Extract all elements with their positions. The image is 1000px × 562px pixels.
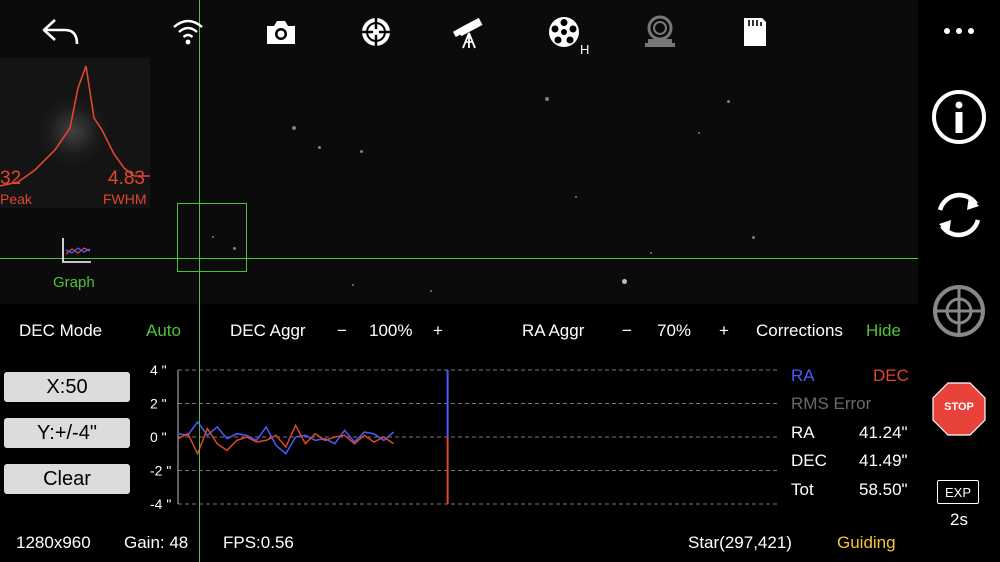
crosshair-horizontal-line <box>0 258 918 259</box>
rms-tot-label: Tot <box>791 480 814 499</box>
star <box>352 284 354 286</box>
rms-dec-value: 41.49" <box>859 451 908 470</box>
fwhm-label: FWHM <box>103 191 147 207</box>
camera-icon[interactable] <box>261 12 301 52</box>
focuser-icon[interactable] <box>640 12 680 52</box>
peak-value: 32 <box>0 168 22 189</box>
y-tick-label: -4 " <box>150 496 171 512</box>
corrections-label: Corrections <box>756 321 843 340</box>
stop-button[interactable]: STOP <box>932 382 986 436</box>
x-scale-button[interactable]: X:50 <box>4 372 130 402</box>
rms-dec-label: DEC <box>791 451 827 470</box>
crosshair-vertical-line-lower <box>199 304 200 562</box>
telescope-icon[interactable] <box>449 12 489 52</box>
ra-legend: RA <box>791 366 815 385</box>
clear-graph-button[interactable]: Clear <box>4 464 130 494</box>
series-line-dec <box>177 423 395 456</box>
graph-toggle-button[interactable]: Graph <box>44 234 108 294</box>
star-profile-panel: 32 Peak 4.83 FWHM <box>0 58 150 208</box>
stop-label: STOP <box>944 401 974 413</box>
guide-graph: 4 " 2 " 0 " -2 " -4 " <box>150 362 780 512</box>
crosshair-icon[interactable] <box>356 12 396 52</box>
more-icon[interactable] <box>942 22 976 40</box>
star <box>622 279 627 284</box>
sd-card-icon[interactable] <box>735 12 775 52</box>
fwhm-value: 4.83 <box>108 168 145 189</box>
rms-ra-value: 41.24" <box>859 423 908 442</box>
y-tick-label: 4 " <box>150 362 167 378</box>
filter-badge: H <box>580 42 590 57</box>
corrections-toggle[interactable]: Hide <box>866 321 901 341</box>
exposure-value: 2s <box>950 510 968 529</box>
refresh-icon[interactable] <box>929 186 989 244</box>
fps-status: FPS:0.56 <box>223 533 294 552</box>
filter-wheel-icon[interactable] <box>544 12 584 52</box>
star <box>727 100 730 103</box>
rms-error-title: RMS Error <box>791 394 872 413</box>
ra-aggr-value: 70% <box>657 321 692 340</box>
star <box>430 290 432 292</box>
y-scale-button[interactable]: Y:+/-4" <box>4 418 130 448</box>
star <box>752 236 755 239</box>
resolution-status: 1280x960 <box>16 533 91 552</box>
target-icon[interactable] <box>931 283 987 339</box>
graph-toggle-label: Graph <box>53 274 95 291</box>
star <box>318 146 321 149</box>
wifi-icon[interactable] <box>168 12 208 52</box>
y-tick-label: 0 " <box>150 429 167 445</box>
guide-star-box[interactable] <box>177 203 247 272</box>
star <box>698 132 700 134</box>
dec-aggr-plus-button[interactable]: + <box>433 321 443 341</box>
info-icon[interactable] <box>931 89 987 145</box>
peak-label: Peak <box>0 191 32 207</box>
star <box>545 97 549 101</box>
y-tick-label: -2 " <box>150 463 171 479</box>
star-position-status: Star(297,421) <box>688 533 792 552</box>
dec-aggr-value: 100% <box>369 321 413 340</box>
dec-legend: DEC <box>873 366 909 385</box>
ra-aggr-plus-button[interactable]: + <box>719 321 729 341</box>
ra-aggr-label: RA Aggr <box>522 321 585 340</box>
exposure-button[interactable]: EXP <box>937 480 979 504</box>
graph-icon <box>62 238 91 263</box>
rms-ra-label: RA <box>791 423 815 442</box>
star <box>575 196 577 198</box>
star <box>360 150 363 153</box>
star <box>650 252 652 254</box>
dec-mode-value[interactable]: Auto <box>146 321 181 341</box>
right-sidebar: STOP EXP 2s <box>918 0 1000 562</box>
ra-aggr-minus-button[interactable]: − <box>622 321 632 341</box>
back-arrow-icon[interactable] <box>40 12 80 52</box>
dec-aggr-minus-button[interactable]: − <box>337 321 347 341</box>
guiding-status: Guiding <box>837 533 896 552</box>
gain-status: Gain: 48 <box>124 533 189 552</box>
rms-tot-value: 58.50" <box>859 480 908 499</box>
dec-mode-label: DEC Mode <box>19 321 103 340</box>
star <box>292 126 296 130</box>
dec-aggr-label: DEC Aggr <box>230 321 306 340</box>
y-tick-label: 2 " <box>150 396 167 412</box>
